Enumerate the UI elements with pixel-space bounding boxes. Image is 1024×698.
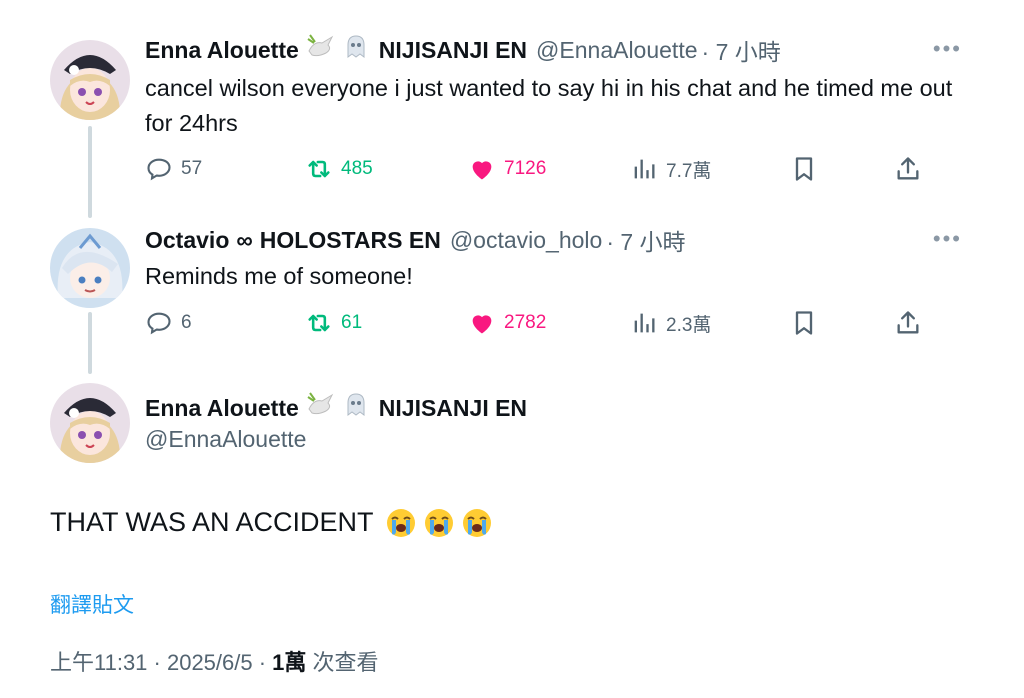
- share-button[interactable]: [894, 309, 930, 337]
- views-total: 1萬: [272, 650, 307, 675]
- reply1-handle[interactable]: @EnnaAlouette: [536, 37, 697, 64]
- reply2-text: Reminds me of someone!: [145, 263, 413, 289]
- avatar-enna-main[interactable]: [50, 383, 130, 463]
- share-icon: [897, 157, 919, 180]
- views-count: 2.3萬: [666, 314, 712, 336]
- bookmark-button[interactable]: [790, 155, 826, 183]
- reply2-org[interactable]: HOLOSTARS EN: [260, 227, 441, 254]
- post-timestamp[interactable]: 上午11:31 · 2025/6/5 ·: [50, 650, 272, 675]
- retweet-icon: [308, 314, 330, 332]
- avatar-octavio[interactable]: [50, 228, 130, 308]
- main-handle[interactable]: @EnnaAlouette: [145, 426, 306, 453]
- infinity-mark: ∞: [236, 226, 253, 253]
- main-tweet-text: THAT WAS AN ACCIDENT: [50, 507, 492, 538]
- retweet-button[interactable]: 485: [305, 155, 373, 183]
- like-count: 7126: [504, 158, 547, 179]
- translate-post-link[interactable]: 翻譯貼文: [50, 589, 134, 619]
- main-org[interactable]: NIJISANJI EN: [379, 395, 527, 422]
- reply-button[interactable]: 57: [145, 155, 202, 183]
- reply-button[interactable]: 6: [145, 309, 192, 337]
- reply2-handle[interactable]: @octavio_holo: [450, 227, 603, 254]
- views-button[interactable]: 2.3萬: [630, 309, 711, 337]
- main-name[interactable]: Enna Alouette: [145, 395, 299, 422]
- reply2-time[interactable]: · 7 小時: [606, 223, 685, 257]
- bookmark-icon: [795, 311, 813, 335]
- retweet-count: 485: [341, 158, 373, 179]
- more-icon[interactable]: •••: [933, 226, 962, 252]
- retweet-count: 61: [341, 312, 363, 333]
- thread-line-2: [88, 312, 92, 374]
- share-icon: [897, 311, 919, 334]
- retweet-button[interactable]: 61: [305, 309, 362, 337]
- ghost-badge-icon: [343, 33, 369, 67]
- thread-line-1: [88, 126, 92, 218]
- reply-count: 6: [181, 312, 192, 333]
- like-button[interactable]: 2782: [468, 309, 546, 337]
- retweet-icon: [308, 160, 330, 178]
- like-count: 2782: [504, 312, 547, 333]
- views-count: 7.7萬: [666, 160, 712, 182]
- more-icon[interactable]: •••: [933, 36, 962, 62]
- reply1-org[interactable]: NIJISANJI EN: [379, 37, 527, 64]
- heart-icon: [472, 315, 492, 334]
- reply-count: 57: [181, 158, 203, 179]
- like-button[interactable]: 7126: [468, 155, 546, 183]
- loudly-crying-face-emoji: [386, 508, 415, 537]
- reply1-time[interactable]: · 7 小時: [702, 33, 781, 67]
- main-header: Enna Alouette NIJISANJI EN: [145, 392, 527, 424]
- bookmark-button[interactable]: [790, 309, 826, 337]
- post-meta: 上午11:31 · 2025/6/5 · 1萬 次查看: [50, 645, 379, 677]
- dove-badge-icon: [306, 391, 336, 425]
- views-label: 次查看: [306, 650, 379, 675]
- views-icon: [634, 313, 655, 333]
- ghost-badge-icon: [343, 391, 369, 425]
- reply-icon: [147, 312, 171, 335]
- views-icon: [634, 159, 655, 179]
- reply2-header: Octavio ∞ HOLOSTARS EN @octavio_holo · 7…: [145, 224, 686, 256]
- bookmark-icon: [795, 157, 813, 181]
- reply1-text: cancel wilson everyone i just wanted to …: [145, 75, 953, 136]
- reply2-name[interactable]: Octavio: [145, 227, 229, 254]
- reply1-name[interactable]: Enna Alouette: [145, 37, 299, 64]
- dove-badge-icon: [306, 33, 336, 67]
- reply1-header: Enna Alouette NIJISANJI EN @EnnaAlouette…: [145, 34, 781, 66]
- reply-icon: [147, 158, 171, 181]
- share-button[interactable]: [894, 155, 930, 183]
- views-button[interactable]: 7.7萬: [630, 155, 711, 183]
- heart-icon: [472, 161, 492, 180]
- main-text-content: THAT WAS AN ACCIDENT: [50, 507, 374, 537]
- loudly-crying-face-emoji: [462, 508, 491, 537]
- avatar-enna[interactable]: [50, 40, 130, 120]
- loudly-crying-face-emoji: [424, 508, 453, 537]
